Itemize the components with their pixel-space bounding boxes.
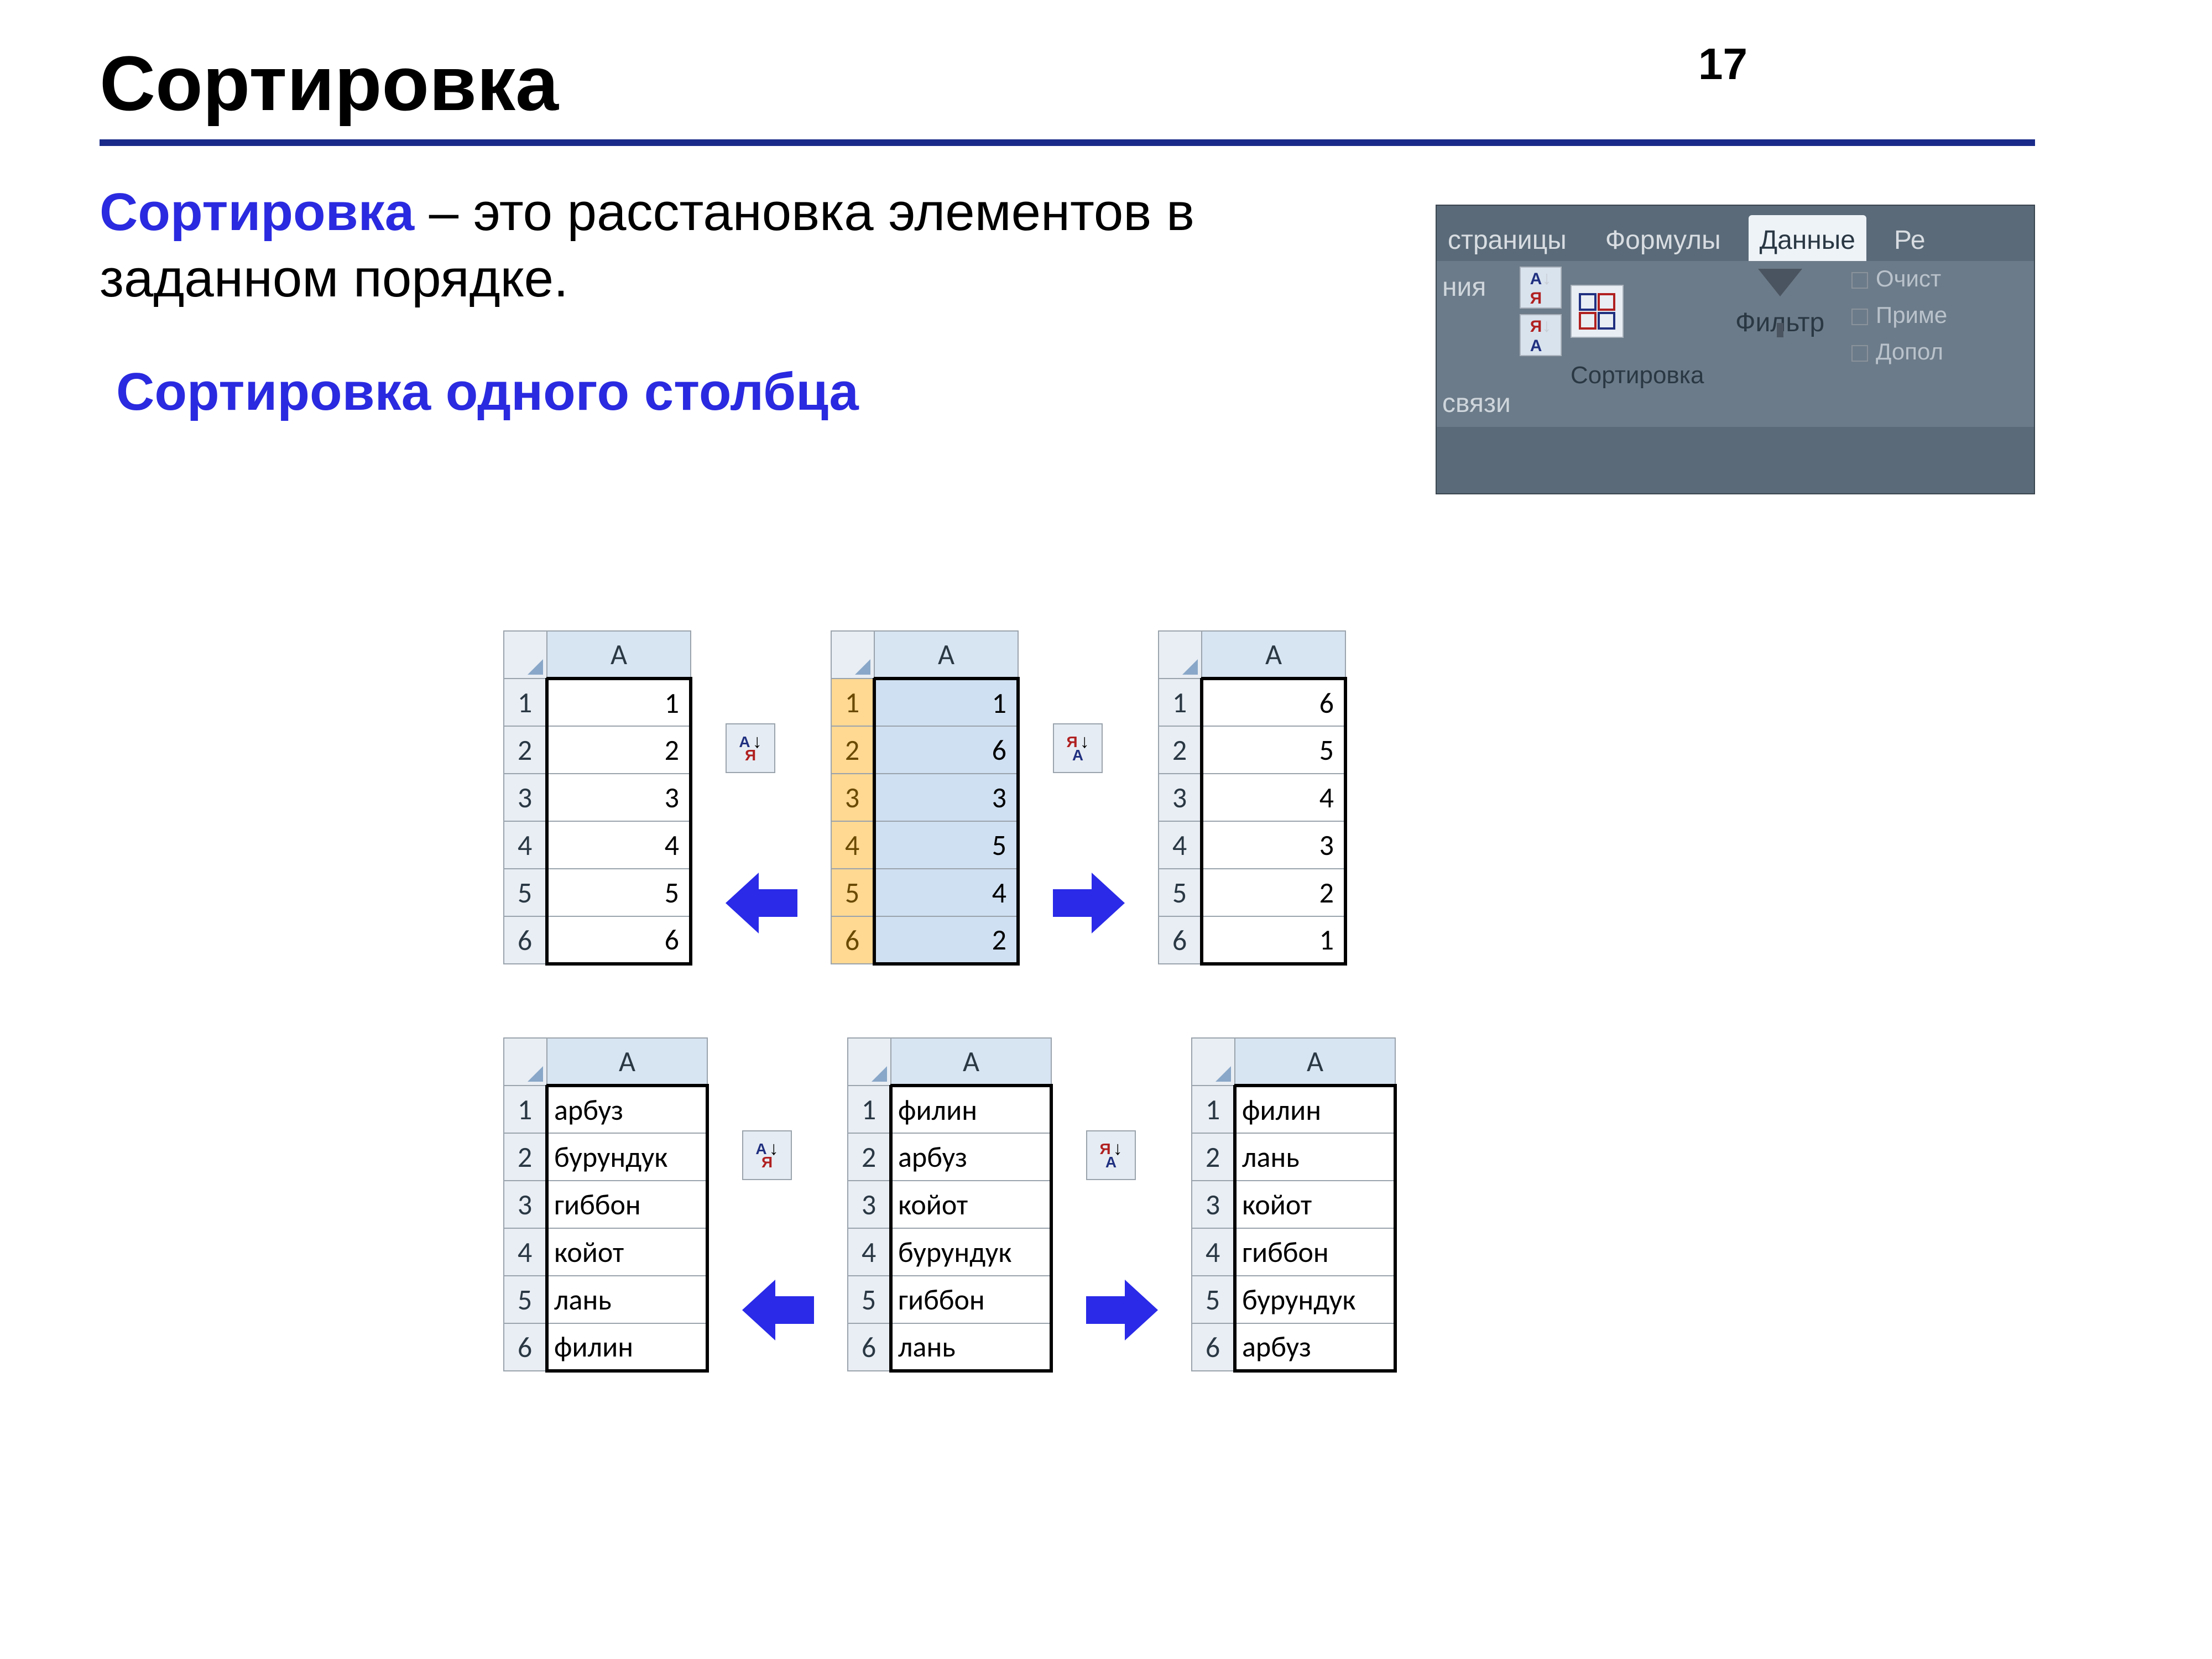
- ribbon-bottom: [1437, 427, 2034, 488]
- filter-advanced[interactable]: Допол: [1851, 338, 1947, 365]
- ribbon-tab-review[interactable]: Ре: [1883, 215, 1937, 261]
- ribbon-filter-actions: Очист Приме Допол: [1851, 265, 1947, 365]
- sort-ascending-icon[interactable]: А↓ Я: [742, 1130, 792, 1180]
- page-number: 17: [1698, 39, 1747, 90]
- sort-descending-icon[interactable]: Я↓ А: [1053, 723, 1103, 773]
- table-words-unsorted: A 1филин 2арбуз 3койот 4бурундук 5гиббон…: [847, 1037, 1053, 1373]
- filter-icon[interactable]: [1758, 269, 1802, 296]
- table-words-descending: A 1филин 2лань 3койот 4гиббон 5бурундук …: [1191, 1037, 1397, 1373]
- ribbon-strip: ния связи А↓Я Я↓А: [1437, 261, 2034, 427]
- ribbon-tab-formulas[interactable]: Формулы: [1594, 215, 1732, 261]
- sort-ascending-button[interactable]: А↓Я: [1520, 267, 1562, 309]
- title-rule: [100, 139, 2035, 146]
- sort-descending-icon[interactable]: Я↓ А: [1086, 1130, 1136, 1180]
- ribbon-group-cut-label: ния: [1442, 272, 1486, 302]
- ribbon-tab-data[interactable]: Данные: [1749, 215, 1866, 261]
- ribbon-filter-group: Фильтр: [1735, 267, 1824, 338]
- arrow-right-icon: [1086, 1280, 1158, 1340]
- ribbon-tabs: страницы Формулы Данные Ре: [1437, 206, 2034, 261]
- tables-area: A 11 22 33 44 55 66 А↓ Я A: [503, 630, 1886, 1444]
- ribbon-group-links-label: связи: [1442, 388, 1511, 419]
- ribbon-tab-page-layout[interactable]: страницы: [1437, 215, 1578, 261]
- sort-dialog-button[interactable]: [1571, 285, 1624, 338]
- arrow-right-icon: [1053, 873, 1125, 933]
- sort-descending-button[interactable]: Я↓А: [1520, 314, 1562, 356]
- sort-ascending-icon[interactable]: А↓ Я: [726, 723, 775, 773]
- intro-keyword: Сортировка: [100, 182, 414, 242]
- table-words-ascending: A 1арбуз 2бурундук 3гиббон 4койот 5лань …: [503, 1037, 709, 1373]
- arrow-left-icon: [742, 1280, 814, 1340]
- sort-group-label: Сортировка: [1571, 362, 1704, 389]
- table-numeric-unsorted: A 11 26 33 45 54 62: [831, 630, 1020, 966]
- slide-title: Сортировка: [100, 39, 2112, 128]
- filter-reapply[interactable]: Приме: [1851, 302, 1947, 328]
- slide: 17 Сортировка Сортировка – это расстанов…: [100, 39, 2112, 1620]
- filter-clear[interactable]: Очист: [1851, 265, 1947, 292]
- numeric-row-group: A 11 22 33 44 55 66 А↓ Я A: [503, 630, 1886, 966]
- words-row-group: A 1арбуз 2бурундук 3гиббон 4койот 5лань …: [503, 1037, 1886, 1373]
- table-numeric-descending: A 16 25 34 43 52 61: [1158, 630, 1347, 966]
- intro-paragraph: Сортировка – это расстановка элементов в…: [100, 179, 1206, 312]
- excel-ribbon-snippet: страницы Формулы Данные Ре ния связи А↓Я…: [1436, 205, 2035, 494]
- arrow-left-icon: [726, 873, 797, 933]
- ribbon-sort-group: А↓Я Я↓А Сортировка: [1520, 267, 1704, 389]
- table-numeric-ascending: A 11 22 33 44 55 66: [503, 630, 692, 966]
